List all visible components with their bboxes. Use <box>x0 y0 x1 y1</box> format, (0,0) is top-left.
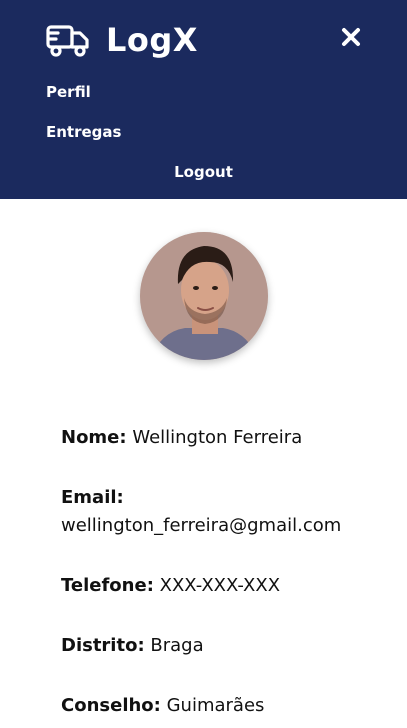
conselho-value: Guimarães <box>166 695 265 716</box>
close-icon <box>342 28 360 46</box>
brand-name: LogX <box>106 21 198 59</box>
close-menu-button[interactable] <box>338 24 364 50</box>
email-value: wellington_ferreira@gmail.com <box>61 515 342 536</box>
avatar <box>140 232 268 360</box>
nav-link-entregas[interactable]: Entregas <box>46 123 121 141</box>
nome-label: Nome: <box>61 427 127 448</box>
truck-icon <box>46 25 89 57</box>
email-label: Email: <box>61 487 124 508</box>
nav-link-perfil[interactable]: Perfil <box>46 83 91 101</box>
profile-photo <box>140 232 268 360</box>
profile-field-conselho: Conselho: Guimarães <box>61 692 381 720</box>
nav-link-logout[interactable]: Logout <box>0 163 407 181</box>
nome-value: Wellington Ferreira <box>132 427 303 448</box>
navbar: LogX Perfil Entregas Logout <box>0 0 407 199</box>
distrito-value: Braga <box>150 635 204 656</box>
telefone-value: XXX-XXX-XXX <box>159 575 281 596</box>
profile-field-distrito: Distrito: Braga <box>61 632 381 660</box>
telefone-label: Telefone: <box>61 575 154 596</box>
profile-field-email: Email: wellington_ferreira@gmail.com <box>61 484 381 540</box>
profile-field-telefone: Telefone: XXX-XXX-XXX <box>61 572 381 600</box>
distrito-label: Distrito: <box>61 635 145 656</box>
profile-field-nome: Nome: Wellington Ferreira <box>61 424 381 452</box>
conselho-label: Conselho: <box>61 695 161 716</box>
brand-logo[interactable]: LogX <box>46 20 198 60</box>
